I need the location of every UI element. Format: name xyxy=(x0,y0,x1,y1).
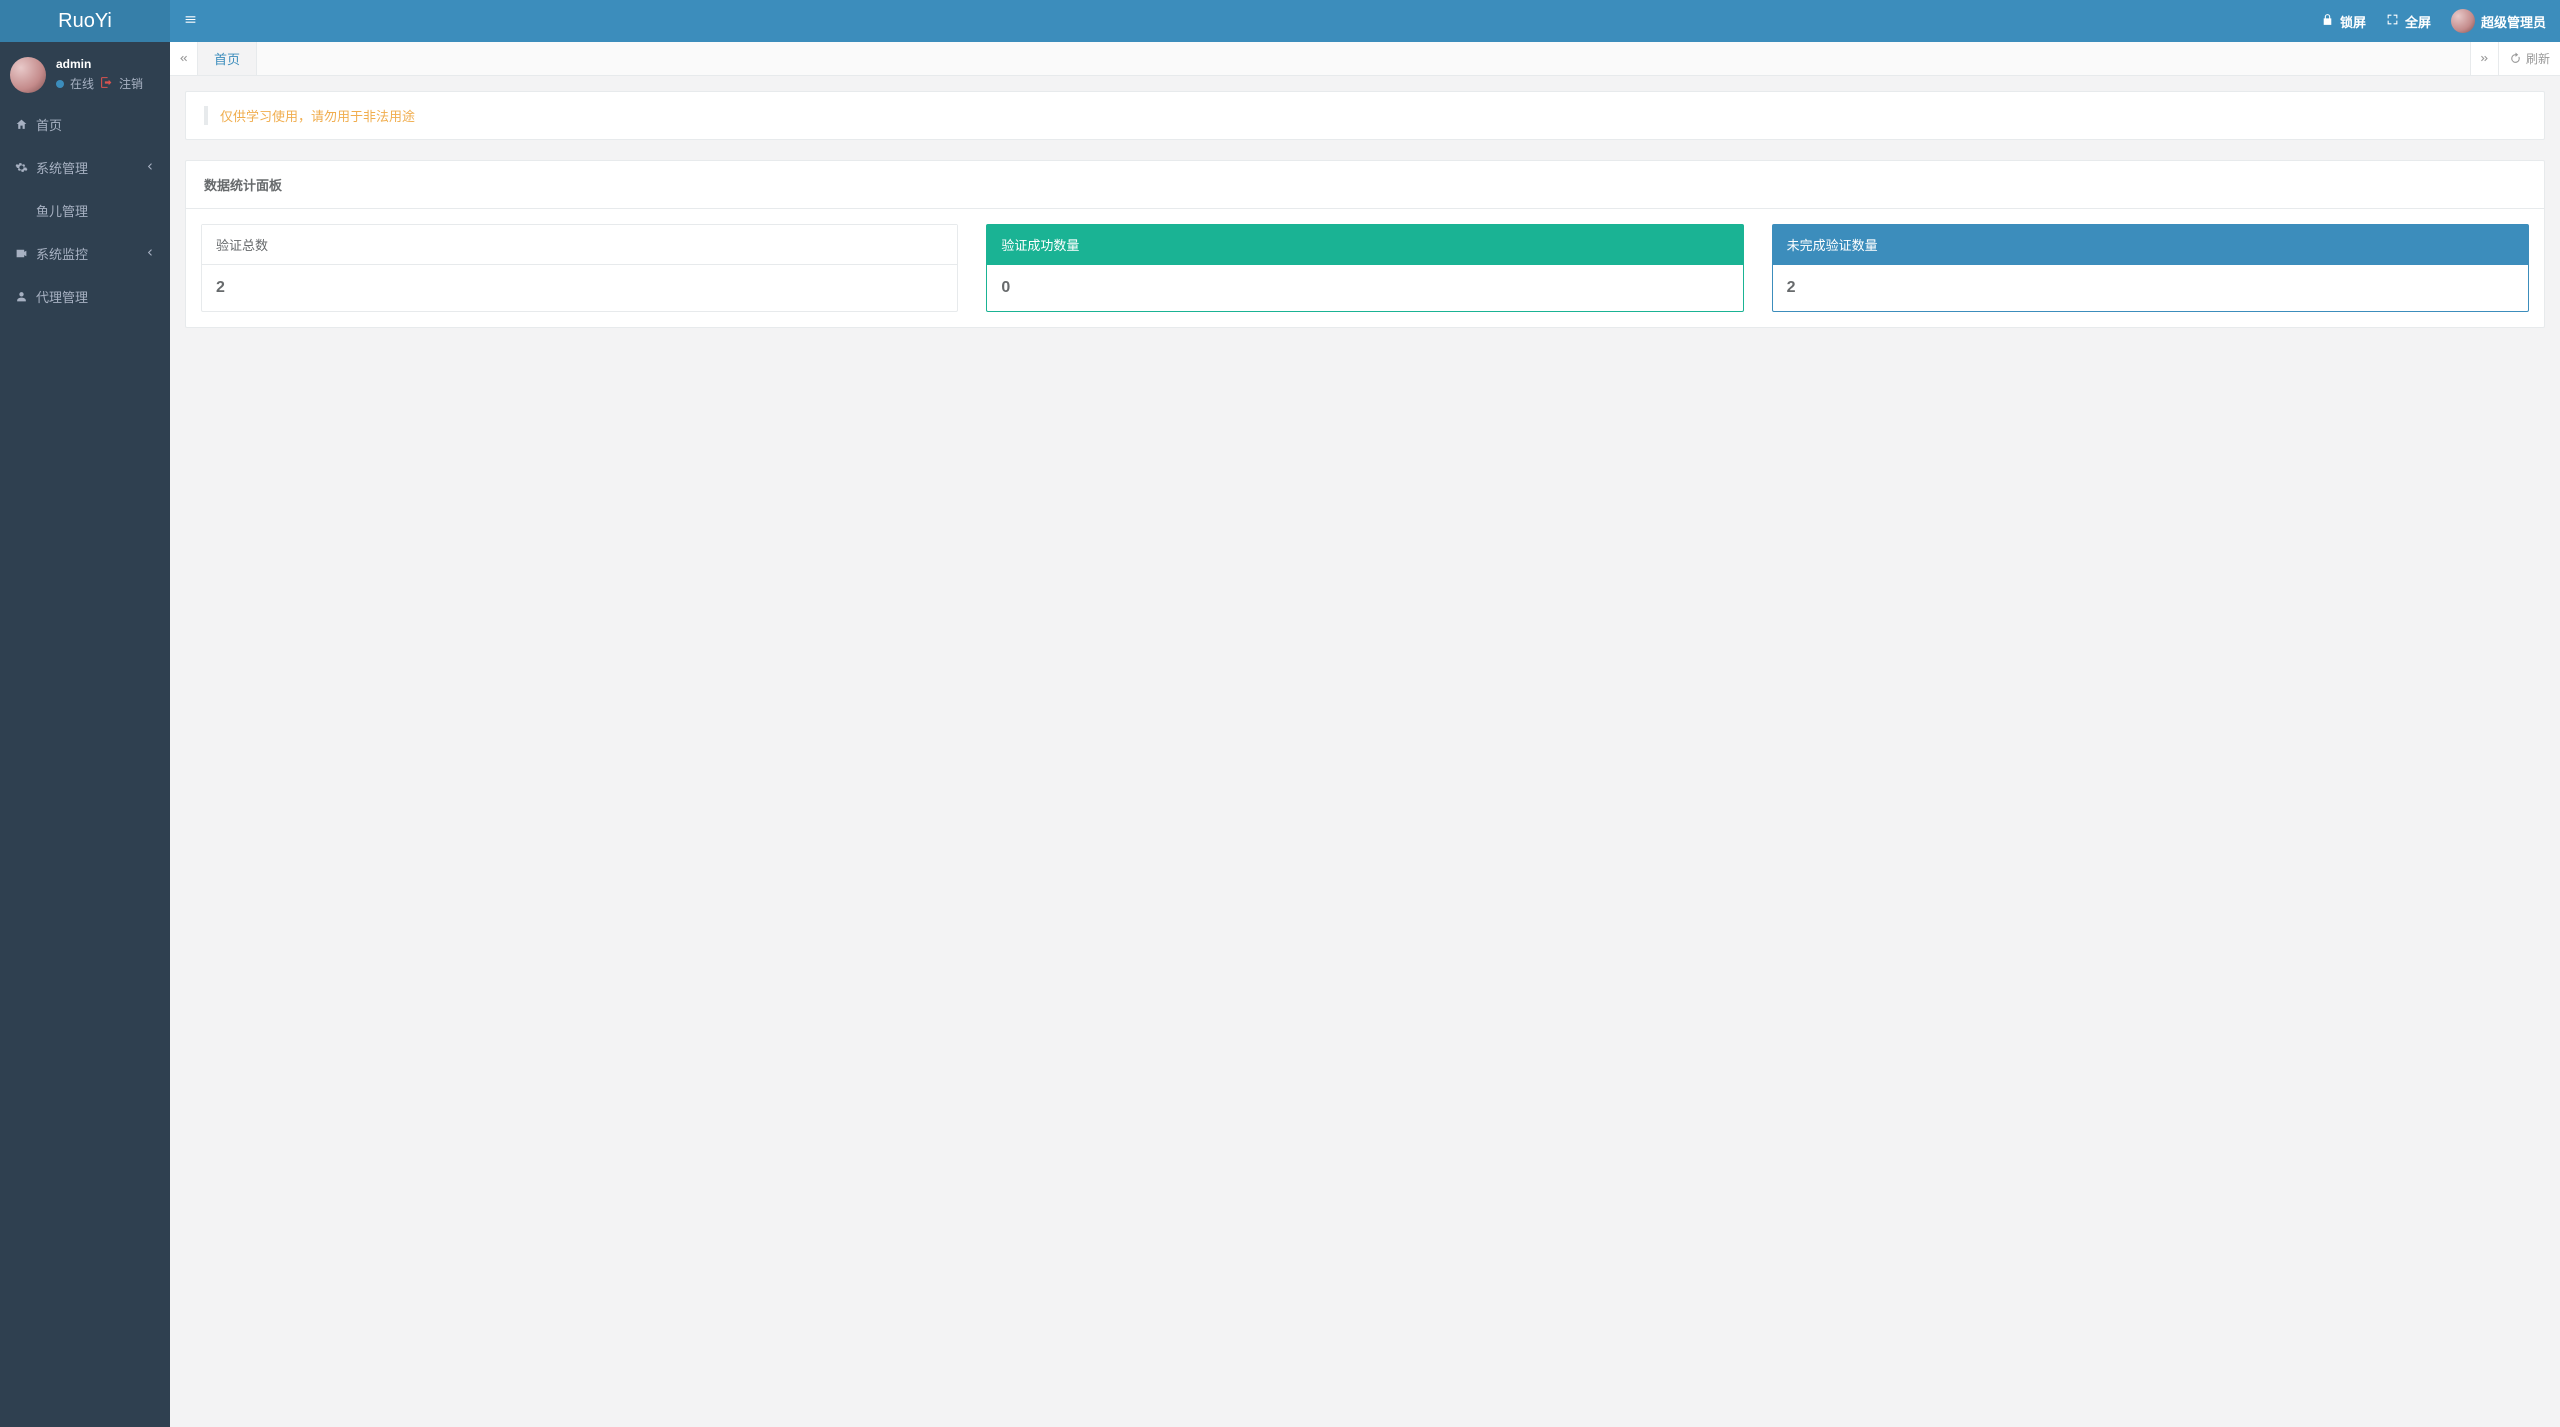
sidebar-item-label: 首页 xyxy=(36,115,62,134)
stat-card: 验证总数2 xyxy=(201,224,958,312)
lock-screen-label: 锁屏 xyxy=(2340,12,2366,31)
expand-icon xyxy=(2386,13,2399,29)
user-name: admin xyxy=(56,57,143,71)
sidebar-item[interactable]: 系统监控 xyxy=(0,232,170,275)
logout-link[interactable]: 注销 xyxy=(119,75,143,92)
user-panel: admin 在线 注销 xyxy=(0,42,170,103)
stats-panel: 数据统计面板 验证总数2验证成功数量0未完成验证数量2 xyxy=(185,160,2545,328)
stats-panel-title: 数据统计面板 xyxy=(186,161,2544,209)
avatar[interactable] xyxy=(10,57,46,93)
brand-logo[interactable]: RuoYi xyxy=(0,0,170,42)
chevron-double-left-icon xyxy=(177,52,190,65)
user-status-label: 在线 xyxy=(70,75,94,92)
video-icon xyxy=(14,247,28,260)
sidebar-item-label: 系统管理 xyxy=(36,158,88,177)
tabs-scroll-right-button[interactable] xyxy=(2470,42,2498,75)
sidebar-item-label: 代理管理 xyxy=(36,287,88,306)
fullscreen-button[interactable]: 全屏 xyxy=(2386,12,2431,31)
chevron-left-icon xyxy=(143,160,156,176)
sidebar-item[interactable]: 系统管理 xyxy=(0,146,170,189)
gear-icon xyxy=(14,161,28,174)
menu-toggle-icon[interactable] xyxy=(184,13,197,29)
sidebar-item-label: 鱼儿管理 xyxy=(36,201,88,220)
home-icon xyxy=(14,118,28,131)
tab-home[interactable]: 首页 xyxy=(198,42,257,75)
stat-card-value: 0 xyxy=(987,265,1742,311)
sidebar-nav: 首页系统管理鱼儿管理系统监控代理管理 xyxy=(0,103,170,318)
sidebar-item[interactable]: 鱼儿管理 xyxy=(0,189,170,232)
chevron-double-right-icon xyxy=(2478,52,2491,65)
refresh-label: 刷新 xyxy=(2526,50,2550,67)
stat-card-title: 验证总数 xyxy=(202,225,957,265)
avatar xyxy=(2451,9,2475,33)
user-display-name: 超级管理员 xyxy=(2481,12,2546,31)
topbar: 锁屏 全屏 超级管理员 xyxy=(170,0,2560,42)
tabbar: 首页 刷新 xyxy=(170,42,2560,76)
sign-out-icon[interactable] xyxy=(100,76,113,92)
stat-card-title: 验证成功数量 xyxy=(987,225,1742,265)
sidebar-item[interactable]: 首页 xyxy=(0,103,170,146)
stat-card: 未完成验证数量2 xyxy=(1772,224,2529,312)
content-area: 仅供学习使用，请勿用于非法用途 数据统计面板 验证总数2验证成功数量0未完成验证… xyxy=(170,76,2560,1427)
chevron-left-icon xyxy=(143,246,156,262)
stat-card-value: 2 xyxy=(202,265,957,311)
stat-card: 验证成功数量0 xyxy=(986,224,1743,312)
user-menu[interactable]: 超级管理员 xyxy=(2451,9,2546,33)
fullscreen-label: 全屏 xyxy=(2405,12,2431,31)
refresh-icon xyxy=(2509,52,2522,65)
notice-box: 仅供学习使用，请勿用于非法用途 xyxy=(185,91,2545,140)
refresh-button[interactable]: 刷新 xyxy=(2498,42,2560,75)
sidebar-item[interactable]: 代理管理 xyxy=(0,275,170,318)
stat-card-value: 2 xyxy=(1773,265,2528,311)
person-icon xyxy=(14,290,28,303)
sidebar: RuoYi admin 在线 注销 首页系统管理鱼儿管理系统监控代理管理 xyxy=(0,0,170,1427)
lock-screen-button[interactable]: 锁屏 xyxy=(2321,12,2366,31)
sidebar-item-label: 系统监控 xyxy=(36,244,88,263)
stat-card-title: 未完成验证数量 xyxy=(1773,225,2528,265)
lock-icon xyxy=(2321,13,2334,29)
notice-text: 仅供学习使用，请勿用于非法用途 xyxy=(204,106,2526,125)
status-dot-icon xyxy=(56,80,64,88)
tabs-scroll-left-button[interactable] xyxy=(170,42,198,75)
